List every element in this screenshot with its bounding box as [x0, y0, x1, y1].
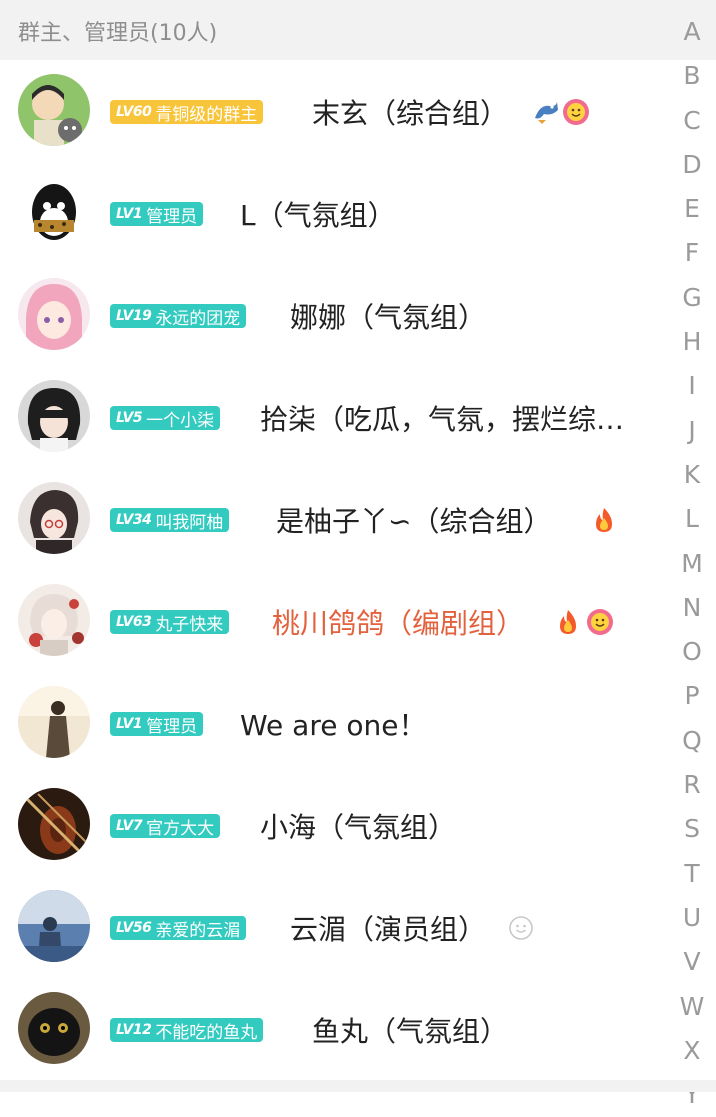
avatar[interactable]	[18, 992, 90, 1064]
member-row[interactable]: LV7 官方大大 小海（气氛组）	[0, 774, 668, 876]
member-row[interactable]: LV5 一个小柒 拾柒（吃瓜，气氛，摆烂综…	[0, 366, 668, 468]
level-text: LV63	[116, 614, 152, 630]
index-letter[interactable]: M	[668, 542, 716, 586]
index-letter[interactable]: S	[668, 807, 716, 851]
member-name: 拾柒（吃瓜，气氛，摆烂综…	[260, 403, 625, 436]
index-letter[interactable]: L	[668, 497, 716, 541]
index-letter[interactable]: K	[668, 453, 716, 497]
avatar[interactable]	[18, 74, 90, 146]
level-text: LV56	[116, 920, 152, 936]
member-name: 小海（气氛组）	[260, 811, 457, 844]
index-letter[interactable]: I	[668, 364, 716, 408]
level-badge: LV56 亲爱的云湄	[110, 916, 247, 941]
member-title: 官方大大	[146, 818, 215, 839]
index-letter[interactable]: T	[668, 852, 716, 896]
level-badge: LV7 官方大大	[110, 814, 221, 839]
member-row[interactable]: LV34 叫我阿柚 是柚子丫∽（综合组）	[0, 468, 668, 570]
member-name: 云湄（演员组）	[290, 913, 487, 946]
level-text: LV1	[116, 716, 143, 732]
level-badge: LV12 不能吃的鱼丸	[110, 1018, 264, 1043]
section-header: 群主、管理员(10人)	[0, 0, 716, 60]
member-row[interactable]: LV12 不能吃的鱼丸 鱼丸（气氛组）	[0, 978, 668, 1080]
member-name: L（气氛组）	[240, 199, 396, 232]
alphabet-index-bar[interactable]: ABCDEFGHIJKLMNOPQRSTUVWXY	[668, 10, 716, 1117]
level-text: LV5	[116, 410, 143, 426]
member-title: 亲爱的云湄	[155, 920, 241, 941]
member-row[interactable]: LV19 永远的团宠 娜娜（气氛组）	[0, 264, 668, 366]
dragon-emoji	[535, 102, 558, 124]
level-badge: LV34 叫我阿柚	[110, 508, 230, 533]
level-text: LV12	[116, 1022, 152, 1038]
section-header-title: 群主、管理员(10人)	[18, 21, 218, 46]
member-title: 丸子快来	[155, 614, 224, 635]
index-letter[interactable]: J	[668, 409, 716, 453]
member-name: We are one！	[240, 709, 427, 742]
level-badge: LV1 管理员	[110, 712, 204, 737]
level-text: LV19	[116, 308, 152, 324]
avatar[interactable]	[18, 482, 90, 554]
index-letter[interactable]: U	[668, 896, 716, 940]
member-title: 管理员	[146, 716, 198, 737]
outline-smile-emoji	[509, 916, 533, 940]
level-badge: LV63 丸子快来	[110, 610, 230, 635]
member-name: 末玄（综合组）	[312, 97, 509, 130]
index-letter[interactable]: Q	[668, 719, 716, 763]
index-letter[interactable]: W	[668, 985, 716, 1029]
index-letter[interactable]: P	[668, 674, 716, 718]
avatar[interactable]	[18, 686, 90, 758]
avatar[interactable]	[18, 380, 90, 452]
member-title: 管理员	[146, 206, 198, 227]
level-badge: LV1 管理员	[110, 202, 204, 227]
member-title: 不能吃的鱼丸	[155, 1022, 258, 1043]
avatar[interactable]	[18, 176, 90, 248]
level-text: LV7	[116, 818, 143, 834]
index-letter[interactable]: E	[668, 187, 716, 231]
avatar[interactable]	[18, 584, 90, 656]
index-letter[interactable]: B	[668, 54, 716, 98]
member-name: 鱼丸（气氛组）	[312, 1015, 509, 1048]
index-letter[interactable]: F	[668, 231, 716, 275]
index-letter[interactable]: N	[668, 586, 716, 630]
member-name: 娜娜（气氛组）	[290, 301, 487, 334]
fire-emoji	[560, 610, 576, 634]
fire-emoji	[596, 508, 612, 532]
level-badge: LV5 一个小柒	[110, 406, 221, 431]
smile-flower-emoji	[587, 609, 613, 635]
bottom-divider	[0, 1080, 716, 1092]
member-row[interactable]: LV56 亲爱的云湄 云湄（演员组）	[0, 876, 668, 978]
avatar[interactable]	[18, 890, 90, 962]
index-letter[interactable]: V	[668, 940, 716, 984]
member-name: 是柚子丫∽（综合组）	[276, 505, 552, 538]
index-letter[interactable]: A	[668, 10, 716, 54]
index-letter[interactable]: H	[668, 320, 716, 364]
level-badge: LV19 永远的团宠	[110, 304, 247, 329]
level-text: LV60	[116, 104, 152, 120]
index-letter[interactable]: X	[668, 1029, 716, 1073]
member-row[interactable]: LV1 管理员 L（气氛组）	[0, 162, 668, 264]
level-text: LV34	[116, 512, 152, 528]
member-title: 永远的团宠	[155, 308, 241, 329]
smile-flower-emoji	[563, 99, 589, 125]
index-letter[interactable]: R	[668, 763, 716, 807]
member-name: 桃川鸽鸽（编剧组）	[272, 607, 525, 640]
member-title: 一个小柒	[146, 410, 215, 431]
index-letter[interactable]: C	[668, 99, 716, 143]
member-row[interactable]: LV60 青铜级的群主 末玄（综合组）	[0, 60, 668, 162]
avatar[interactable]	[18, 788, 90, 860]
index-letter[interactable]: G	[668, 276, 716, 320]
level-badge: LV60 青铜级的群主	[110, 100, 264, 125]
member-title: 叫我阿柚	[155, 512, 224, 533]
avatar[interactable]	[18, 278, 90, 350]
member-title: 青铜级的群主	[155, 104, 258, 125]
member-row[interactable]: LV1 管理员 We are one！	[0, 672, 668, 774]
index-letter[interactable]: D	[668, 143, 716, 187]
member-row[interactable]: LV63 丸子快来 桃川鸽鸽（编剧组）	[0, 570, 668, 672]
index-letter[interactable]: O	[668, 630, 716, 674]
level-text: LV1	[116, 206, 143, 222]
